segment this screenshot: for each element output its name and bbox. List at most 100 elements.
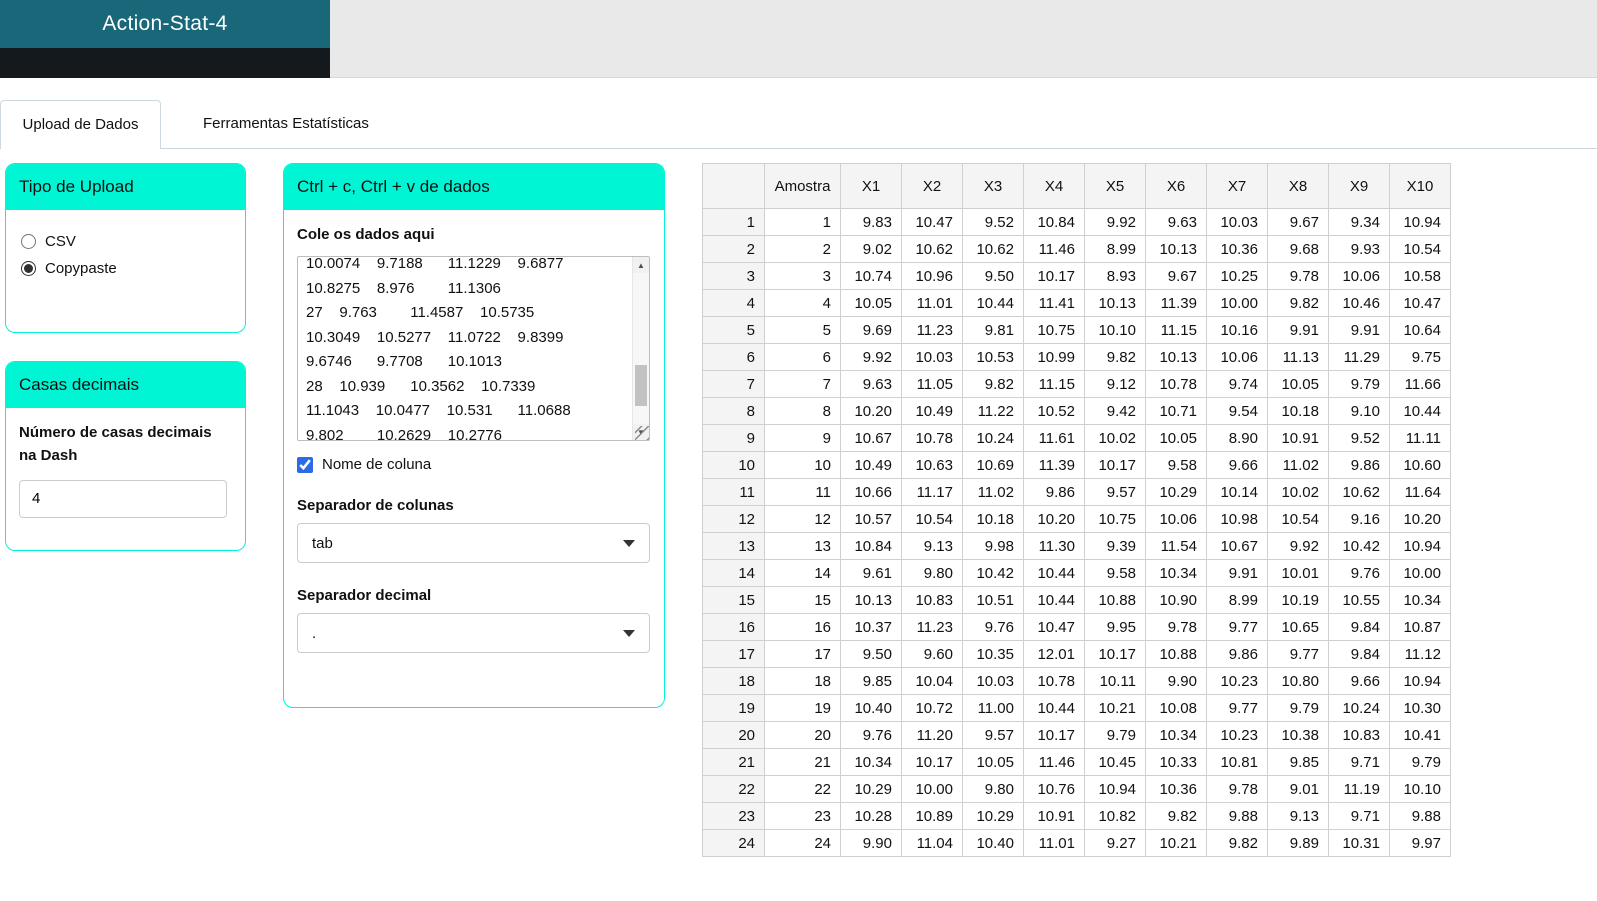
copypaste-radio[interactable]: [21, 261, 36, 276]
row-index-cell[interactable]: 19: [702, 694, 765, 722]
data-cell[interactable]: 9.90: [840, 829, 902, 857]
data-cell[interactable]: 9.69: [840, 316, 902, 344]
data-cell[interactable]: 11.05: [901, 370, 963, 398]
data-cell[interactable]: 10.88: [1084, 586, 1146, 614]
data-cell[interactable]: 10.64: [1389, 316, 1451, 344]
data-cell[interactable]: 11.19: [1328, 775, 1390, 803]
data-cell[interactable]: 10.87: [1389, 613, 1451, 641]
data-cell[interactable]: 10.42: [1328, 532, 1390, 560]
data-cell[interactable]: 10.44: [1023, 559, 1085, 587]
tab-upload-de-dados[interactable]: Upload de Dados: [0, 100, 161, 149]
data-cell[interactable]: 10.47: [1389, 289, 1451, 317]
data-cell[interactable]: 10.03: [1206, 208, 1268, 236]
data-cell[interactable]: 10.49: [840, 451, 902, 479]
data-cell[interactable]: 10.25: [1206, 262, 1268, 290]
data-cell[interactable]: 10.69: [962, 451, 1024, 479]
data-cell[interactable]: 10.81: [1206, 748, 1268, 776]
data-cell[interactable]: 9: [764, 424, 841, 452]
data-cell[interactable]: 9.76: [840, 721, 902, 749]
row-index-cell[interactable]: 20: [702, 721, 765, 749]
data-cell[interactable]: 9.89: [1267, 829, 1329, 857]
data-cell[interactable]: 9.76: [1328, 559, 1390, 587]
data-cell[interactable]: 10.62: [901, 235, 963, 263]
data-cell[interactable]: 9.63: [840, 370, 902, 398]
row-index-cell[interactable]: 14: [702, 559, 765, 587]
data-cell[interactable]: 10.44: [1023, 694, 1085, 722]
data-cell[interactable]: 10.33: [1145, 748, 1207, 776]
data-cell[interactable]: 9.85: [840, 667, 902, 695]
column-header[interactable]: X6: [1145, 163, 1207, 209]
data-cell[interactable]: 9.91: [1267, 316, 1329, 344]
data-cell[interactable]: 9.57: [962, 721, 1024, 749]
data-cell[interactable]: 10.10: [1084, 316, 1146, 344]
data-cell[interactable]: 8.93: [1084, 262, 1146, 290]
row-index-cell[interactable]: 24: [702, 829, 765, 857]
data-cell[interactable]: 10.44: [962, 289, 1024, 317]
row-index-cell[interactable]: 4: [702, 289, 765, 317]
data-cell[interactable]: 9.34: [1328, 208, 1390, 236]
data-cell[interactable]: 9.16: [1328, 505, 1390, 533]
data-cell[interactable]: 9.82: [1206, 829, 1268, 857]
data-cell[interactable]: 10.03: [962, 667, 1024, 695]
row-index-cell[interactable]: 8: [702, 397, 765, 425]
row-index-cell[interactable]: 1: [702, 208, 765, 236]
data-cell[interactable]: 9.71: [1328, 802, 1390, 830]
data-cell[interactable]: 10.21: [1084, 694, 1146, 722]
data-cell[interactable]: 9.54: [1206, 397, 1268, 425]
data-cell[interactable]: 10.23: [1206, 721, 1268, 749]
data-cell[interactable]: 10.08: [1145, 694, 1207, 722]
data-cell[interactable]: 9.58: [1145, 451, 1207, 479]
data-cell[interactable]: 9.97: [1389, 829, 1451, 857]
data-cell[interactable]: 10.57: [840, 505, 902, 533]
data-cell[interactable]: 9.13: [901, 532, 963, 560]
row-index-cell[interactable]: 11: [702, 478, 765, 506]
data-cell[interactable]: 23: [764, 802, 841, 830]
data-cell[interactable]: 9.80: [962, 775, 1024, 803]
data-cell[interactable]: 10.28: [840, 802, 902, 830]
data-cell[interactable]: 10.47: [901, 208, 963, 236]
csv-radio[interactable]: [21, 234, 36, 249]
data-cell[interactable]: 9.68: [1267, 235, 1329, 263]
data-cell[interactable]: 10.05: [1145, 424, 1207, 452]
data-cell[interactable]: 9.92: [1267, 532, 1329, 560]
data-cell[interactable]: 21: [764, 748, 841, 776]
data-cell[interactable]: 10.17: [901, 748, 963, 776]
data-cell[interactable]: 10.14: [1206, 478, 1268, 506]
data-cell[interactable]: 10.94: [1389, 208, 1451, 236]
data-cell[interactable]: 11.00: [962, 694, 1024, 722]
data-cell[interactable]: 10.00: [901, 775, 963, 803]
data-cell[interactable]: 9.78: [1267, 262, 1329, 290]
data-cell[interactable]: 9.81: [962, 316, 1024, 344]
data-cell[interactable]: 1: [764, 208, 841, 236]
data-cell[interactable]: 10.17: [1084, 451, 1146, 479]
row-index-cell[interactable]: 17: [702, 640, 765, 668]
data-cell[interactable]: 10.35: [962, 640, 1024, 668]
data-cell[interactable]: 9.39: [1084, 532, 1146, 560]
data-cell[interactable]: 18: [764, 667, 841, 695]
data-cell[interactable]: 9.57: [1084, 478, 1146, 506]
data-cell[interactable]: 10.80: [1267, 667, 1329, 695]
data-cell[interactable]: 9.50: [840, 640, 902, 668]
data-cell[interactable]: 11.46: [1023, 748, 1085, 776]
data-cell[interactable]: 10.23: [1206, 667, 1268, 695]
data-cell[interactable]: 14: [764, 559, 841, 587]
data-cell[interactable]: 10.41: [1389, 721, 1451, 749]
data-cell[interactable]: 9.86: [1328, 451, 1390, 479]
data-cell[interactable]: 9.84: [1328, 613, 1390, 641]
data-cell[interactable]: 24: [764, 829, 841, 857]
data-cell[interactable]: 10.60: [1389, 451, 1451, 479]
data-cell[interactable]: 9.77: [1206, 694, 1268, 722]
row-index-cell[interactable]: 10: [702, 451, 765, 479]
data-cell[interactable]: 10.96: [901, 262, 963, 290]
data-cell[interactable]: 10.17: [1023, 262, 1085, 290]
data-cell[interactable]: 9.82: [1145, 802, 1207, 830]
data-cell[interactable]: 3: [764, 262, 841, 290]
data-cell[interactable]: 10.52: [1023, 397, 1085, 425]
data-cell[interactable]: 10.24: [1328, 694, 1390, 722]
data-cell[interactable]: 10.54: [901, 505, 963, 533]
data-cell[interactable]: 10.72: [901, 694, 963, 722]
data-cell[interactable]: 9.84: [1328, 640, 1390, 668]
data-cell[interactable]: 9.10: [1328, 397, 1390, 425]
data-cell[interactable]: 10.05: [1267, 370, 1329, 398]
data-cell[interactable]: 10.40: [840, 694, 902, 722]
